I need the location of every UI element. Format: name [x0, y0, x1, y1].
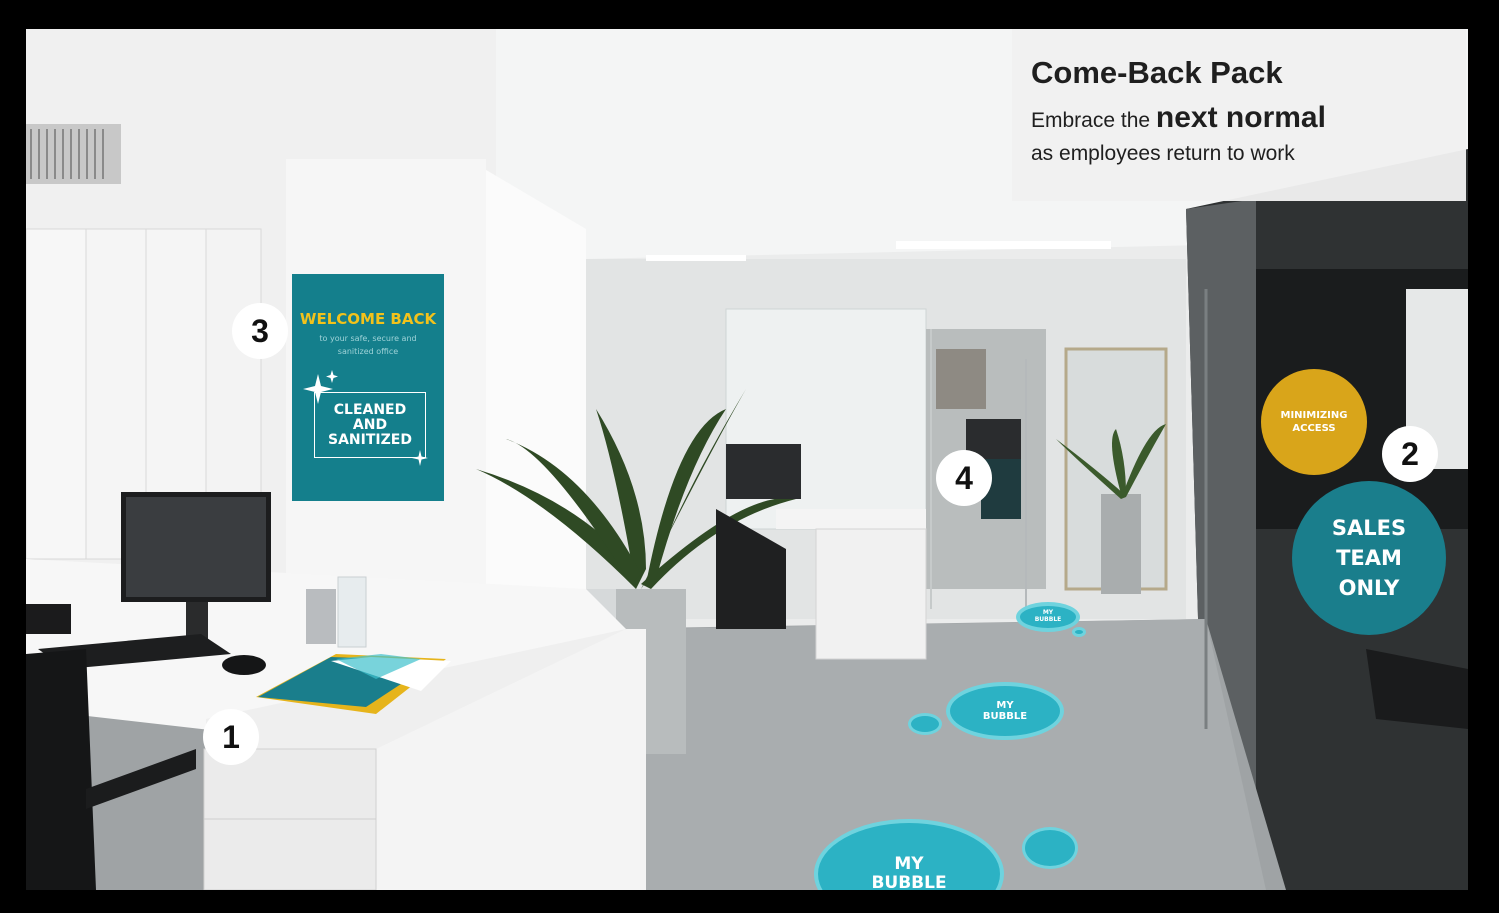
poster-subtext-line2: sanitized office: [337, 347, 399, 356]
sales-team-only-sticker: SALES TEAM ONLY: [1292, 481, 1446, 635]
minimizing-access-sticker: MINIMIZING ACCESS: [1261, 369, 1367, 475]
floor-bubble-mid-small: [908, 713, 942, 735]
poster-line-sanitized: SANITIZED: [328, 432, 412, 448]
info-title: Come-Back Pack: [1031, 55, 1283, 90]
floor-bubble-mid: MY BUBBLE: [946, 682, 1064, 740]
welcome-back-poster: WELCOME BACK to your safe, secure and sa…: [292, 274, 444, 501]
badge-2: 2: [1382, 426, 1438, 482]
poster-line-and: AND: [352, 417, 388, 433]
floor-bubble-far: MY BUBBLE: [1016, 602, 1080, 632]
poster-subtext-line1: to your safe, secure and: [319, 334, 417, 343]
bubble-near-line1: MY: [894, 854, 924, 874]
bubble-mid-line1: MY: [996, 700, 1014, 711]
info-tagline-bold: next normal: [1155, 101, 1326, 134]
bubble-near-line2: BUBBLE: [871, 872, 947, 890]
teal-sticker-line1: SALES: [1331, 516, 1407, 540]
teal-sticker-line3: ONLY: [1338, 576, 1400, 600]
badge-1: 1: [203, 709, 259, 765]
poster-cleaned-box: CLEANED AND SANITIZED: [314, 392, 426, 458]
yellow-sticker-line1: MINIMIZING: [1280, 410, 1348, 421]
info-tagline: Embrace the next normal: [1031, 101, 1326, 135]
bubble-far-line2: BUBBLE: [1034, 616, 1062, 623]
yellow-sticker-line2: ACCESS: [1292, 423, 1336, 434]
floor-bubble-far-small: [1072, 627, 1086, 637]
badge-3: 3: [232, 303, 288, 359]
badge-4: 4: [936, 450, 992, 506]
photo-frame: WELCOME BACK to your safe, secure and sa…: [26, 29, 1468, 890]
floor-bubble-near-small: [1022, 827, 1078, 869]
teal-sticker-line2: TEAM: [1336, 546, 1402, 570]
poster-heading: WELCOME BACK: [299, 310, 437, 328]
poster-line-cleaned: CLEANED: [333, 402, 407, 418]
bubble-mid-line2: BUBBLE: [982, 711, 1028, 722]
info-tagline-text: Embrace the: [1031, 109, 1156, 132]
info-box: Come-Back Pack Embrace the next normal a…: [1012, 29, 1466, 201]
info-subline: as employees return to work: [1031, 142, 1295, 165]
sparkle-small-icon: [412, 450, 428, 466]
